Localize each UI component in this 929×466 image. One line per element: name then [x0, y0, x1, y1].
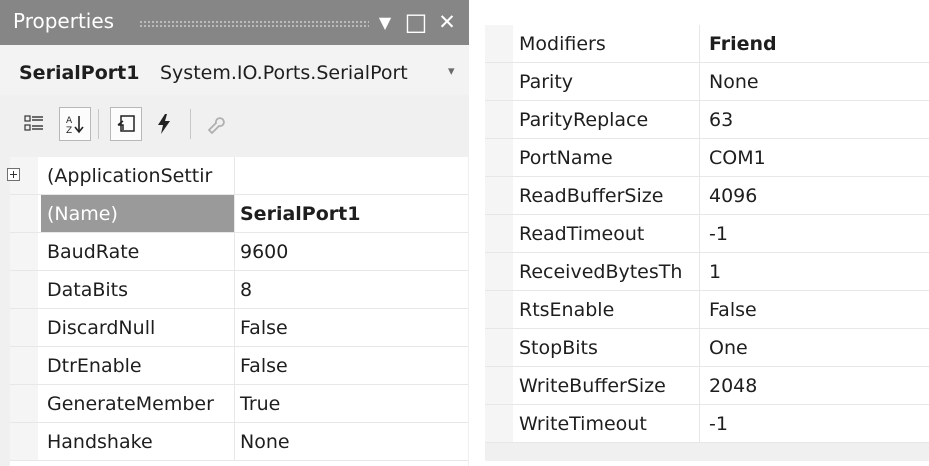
property-value[interactable]: Friend: [709, 25, 777, 63]
property-name: Handshake: [47, 431, 153, 453]
property-name: ReceivedBytesTh: [519, 261, 683, 283]
table-row-selected[interactable]: (Name) SerialPort1: [10, 195, 468, 233]
table-row[interactable]: WriteTimeout -1: [485, 405, 929, 443]
table-row[interactable]: WriteBufferSize 2048: [485, 367, 929, 405]
property-name: Modifiers: [519, 33, 606, 55]
property-value[interactable]: 8: [240, 271, 252, 309]
close-icon[interactable]: ✕: [433, 7, 461, 37]
events-icon[interactable]: [148, 107, 180, 141]
property-name: (ApplicationSettir: [47, 165, 213, 187]
object-type: System.IO.Ports.SerialPort: [160, 62, 408, 84]
table-row[interactable]: DiscardNull False: [10, 309, 468, 347]
svg-text:Z: Z: [66, 126, 72, 135]
property-value[interactable]: 1: [709, 253, 721, 291]
property-grid-right: Modifiers Friend Parity None ParityRepla…: [485, 18, 929, 461]
property-value[interactable]: -1: [709, 405, 728, 443]
table-row[interactable]: PortName COM1: [485, 139, 929, 177]
property-value[interactable]: COM1: [709, 139, 766, 177]
property-name: DtrEnable: [47, 355, 142, 377]
alphabetical-icon[interactable]: A Z: [59, 107, 91, 141]
property-name: Parity: [519, 71, 574, 93]
property-value[interactable]: True: [240, 385, 280, 423]
property-value[interactable]: False: [709, 291, 757, 329]
drag-grip[interactable]: [139, 20, 369, 27]
property-value[interactable]: 63: [709, 101, 733, 139]
table-row[interactable]: DtrEnable False: [10, 347, 468, 385]
table-row[interactable]: GenerateMember True: [10, 385, 468, 423]
table-row[interactable]: StopBits One: [485, 329, 929, 367]
table-row[interactable]: ReadTimeout -1: [485, 215, 929, 253]
object-selector[interactable]: SerialPort1 System.IO.Ports.SerialPort ▾: [0, 45, 469, 95]
property-value[interactable]: None: [240, 423, 290, 461]
table-row[interactable]: BaudRate 9600: [10, 233, 468, 271]
property-value[interactable]: 9600: [240, 233, 288, 271]
property-name: ReadBufferSize: [519, 185, 664, 207]
property-name: WriteTimeout: [519, 413, 647, 435]
property-name: ParityReplace: [519, 109, 649, 131]
table-row[interactable]: DataBits 8: [10, 271, 468, 309]
title-bar: Properties ▼ □ ✕: [0, 0, 469, 45]
maximize-icon[interactable]: □: [402, 7, 430, 37]
property-name: BaudRate: [47, 241, 140, 263]
property-value[interactable]: SerialPort1: [240, 195, 360, 233]
property-name: DataBits: [47, 279, 129, 301]
table-row[interactable]: ParityReplace 63: [485, 101, 929, 139]
property-value[interactable]: -1: [709, 215, 728, 253]
property-name: StopBits: [519, 337, 598, 359]
table-row[interactable]: ReadBufferSize 4096: [485, 177, 929, 215]
chevron-down-icon[interactable]: ▾: [448, 64, 455, 79]
properties-icon[interactable]: [110, 107, 142, 141]
property-name: ReadTimeout: [519, 223, 645, 245]
property-value[interactable]: One: [709, 329, 748, 367]
table-row[interactable]: Modifiers Friend: [485, 25, 929, 63]
window-position-dropdown-icon[interactable]: ▼: [371, 7, 399, 37]
property-value[interactable]: 2048: [709, 367, 757, 405]
property-value[interactable]: False: [240, 347, 288, 385]
table-row[interactable]: Parity None: [485, 63, 929, 101]
table-row[interactable]: Handshake None: [10, 423, 468, 461]
panel-title: Properties: [13, 9, 115, 33]
property-name: (Name): [41, 195, 234, 232]
svg-text:A: A: [66, 116, 73, 126]
expand-icon[interactable]: [7, 168, 20, 181]
properties-toolbar: A Z: [0, 95, 469, 155]
grid-bottom-edge: [485, 443, 929, 461]
property-name: PortName: [519, 147, 613, 169]
property-value[interactable]: 4096: [709, 177, 757, 215]
table-row[interactable]: RtsEnable False: [485, 291, 929, 329]
property-value[interactable]: False: [240, 309, 288, 347]
object-name: SerialPort1: [19, 62, 140, 84]
property-grid-left: (ApplicationSettir (Name) SerialPort1 Ba…: [7, 157, 468, 466]
property-value[interactable]: None: [709, 63, 759, 101]
property-pages-icon[interactable]: [199, 107, 231, 141]
categorized-icon[interactable]: [18, 107, 50, 141]
table-row[interactable]: (ApplicationSettir: [7, 157, 468, 195]
property-name: WriteBufferSize: [519, 375, 666, 397]
property-name: DiscardNull: [47, 317, 156, 339]
properties-panel: Properties ▼ □ ✕ SerialPort1 System.IO.P…: [0, 0, 469, 466]
table-row[interactable]: ReceivedBytesTh 1: [485, 253, 929, 291]
property-name: RtsEnable: [519, 299, 615, 321]
property-name: GenerateMember: [47, 393, 214, 415]
